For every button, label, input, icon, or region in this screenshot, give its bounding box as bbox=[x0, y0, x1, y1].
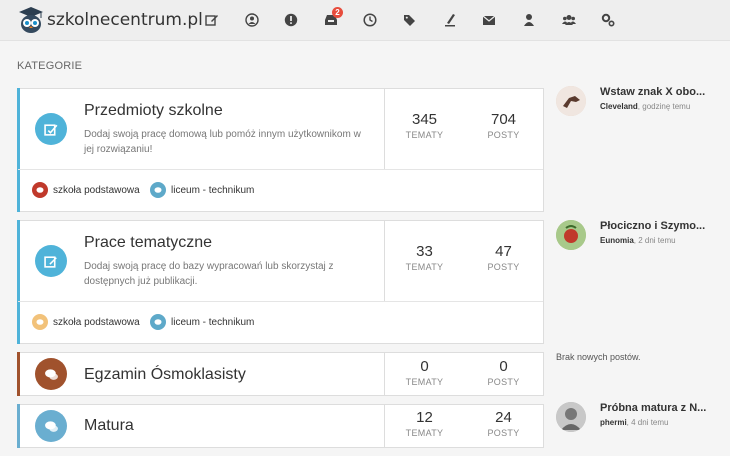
recent-post-meta: Eunomia, 2 dni temu bbox=[600, 236, 676, 245]
recent-post-time: 4 dni temu bbox=[631, 418, 669, 427]
category-description: Dodaj swoją pracę domową lub pomóż innym… bbox=[84, 129, 361, 155]
posts-count: 47 bbox=[495, 243, 512, 260]
comments-icon[interactable] bbox=[35, 410, 67, 442]
topics-stat: 0 TEMATY bbox=[385, 358, 464, 387]
topics-count: 0 bbox=[420, 358, 429, 375]
category-stripe bbox=[17, 352, 20, 396]
recent-post-user[interactable]: Eunomia bbox=[600, 236, 634, 245]
users-icon[interactable] bbox=[561, 12, 577, 28]
subcategory-link[interactable]: szkoła podstawowa bbox=[32, 182, 140, 198]
recent-post-title[interactable]: Próbna matura z N... bbox=[600, 402, 730, 414]
recent-post-user[interactable]: Cleveland bbox=[600, 102, 638, 111]
alert-icon[interactable] bbox=[283, 12, 299, 28]
category-description: Dodaj swoją pracę do bazy wypracowań lub… bbox=[84, 261, 334, 287]
posts-stat: 704 POSTY bbox=[464, 111, 543, 140]
brand-name[interactable]: szkolnecentrum.pl bbox=[47, 10, 203, 30]
topics-stat: 12 TEMATY bbox=[385, 409, 464, 438]
comments-icon bbox=[32, 182, 48, 198]
posts-stat: 47 POSTY bbox=[464, 243, 543, 272]
category-title[interactable]: Matura bbox=[84, 417, 134, 435]
comments-icon bbox=[150, 314, 166, 330]
no-new-posts: Brak nowych postów. bbox=[556, 352, 641, 362]
recent-post-user[interactable]: phermi bbox=[600, 418, 627, 427]
category-card: Matura 12 TEMATY 24 POSTY bbox=[17, 404, 544, 448]
topics-label: TEMATY bbox=[405, 428, 444, 438]
pen-icon[interactable] bbox=[442, 12, 458, 28]
category-stats: 12 TEMATY 24 POSTY bbox=[384, 405, 544, 447]
posts-stat: 24 POSTY bbox=[464, 409, 543, 438]
topics-label: TEMATY bbox=[405, 130, 444, 140]
subcategory-link[interactable]: szkoła podstawowa bbox=[32, 314, 140, 330]
top-navbar: szkolnecentrum.pl 2 bbox=[0, 0, 730, 41]
category-stripe bbox=[17, 404, 20, 448]
edit-icon[interactable] bbox=[204, 12, 220, 28]
subcategory-row: szkoła podstawowa liceum - technikum bbox=[18, 301, 543, 344]
recent-post-title[interactable]: Wstaw znak X obo... bbox=[600, 86, 730, 98]
category-title[interactable]: Przedmioty szkolne bbox=[84, 102, 223, 120]
edit-icon[interactable] bbox=[35, 113, 67, 145]
category-stats: 345 TEMATY 704 POSTY bbox=[384, 89, 544, 169]
envelope-icon[interactable] bbox=[481, 12, 497, 28]
subcategory-label: szkoła podstawowa bbox=[53, 184, 140, 196]
subcategory-link[interactable]: liceum - technikum bbox=[150, 182, 254, 198]
posts-label: POSTY bbox=[487, 377, 520, 387]
avatar[interactable] bbox=[556, 86, 586, 116]
comments-icon bbox=[32, 314, 48, 330]
category-title[interactable]: Egzamin Ósmoklasisty bbox=[84, 366, 246, 384]
recent-post-time: godzinę temu bbox=[642, 102, 691, 111]
category-card: Prace tematyczne Dodaj swoją pracę do ba… bbox=[17, 220, 544, 344]
subcategory-row: szkoła podstawowa liceum - technikum bbox=[18, 169, 543, 212]
user-icon[interactable] bbox=[521, 12, 537, 28]
posts-count: 704 bbox=[490, 111, 517, 128]
category-card: Egzamin Ósmoklasisty 0 TEMATY 0 POSTY bbox=[17, 352, 544, 396]
avatar[interactable] bbox=[556, 220, 586, 250]
subcategory-label: szkoła podstawowa bbox=[53, 316, 140, 328]
owl-logo-icon[interactable] bbox=[18, 6, 44, 34]
topics-count: 345 bbox=[411, 111, 438, 128]
recent-post-meta: Cleveland, godzinę temu bbox=[600, 102, 691, 111]
recent-post-meta: phermi, 4 dni temu bbox=[600, 418, 669, 427]
posts-count: 0 bbox=[499, 358, 508, 375]
edit-icon[interactable] bbox=[35, 245, 67, 277]
subcategory-label: liceum - technikum bbox=[171, 184, 255, 196]
user-circle-icon[interactable] bbox=[244, 12, 260, 28]
topics-label: TEMATY bbox=[405, 262, 444, 272]
subcategory-link[interactable]: liceum - technikum bbox=[150, 314, 254, 330]
topics-stat: 33 TEMATY bbox=[385, 243, 464, 272]
posts-label: POSTY bbox=[487, 262, 520, 272]
posts-label: POSTY bbox=[487, 428, 520, 438]
posts-label: POSTY bbox=[487, 130, 520, 140]
cogs-icon[interactable] bbox=[600, 12, 616, 28]
category-stats: 33 TEMATY 47 POSTY bbox=[384, 221, 544, 301]
tags-icon[interactable] bbox=[402, 12, 418, 28]
category-card: Przedmioty szkolne Dodaj swoją pracę dom… bbox=[17, 88, 544, 212]
comments-icon[interactable] bbox=[35, 358, 67, 390]
posts-count: 24 bbox=[495, 409, 512, 426]
section-title: KATEGORIE bbox=[17, 60, 83, 72]
category-stats: 0 TEMATY 0 POSTY bbox=[384, 353, 544, 395]
topics-count: 33 bbox=[416, 243, 433, 260]
comments-icon bbox=[150, 182, 166, 198]
clock-icon[interactable] bbox=[362, 12, 378, 28]
recent-post-title[interactable]: Płociczno i Szymo... bbox=[600, 220, 730, 232]
avatar[interactable] bbox=[556, 402, 586, 432]
category-title[interactable]: Prace tematyczne bbox=[84, 234, 212, 252]
topics-count: 12 bbox=[416, 409, 433, 426]
topics-stat: 345 TEMATY bbox=[385, 111, 464, 140]
subcategory-label: liceum - technikum bbox=[171, 316, 255, 328]
topics-label: TEMATY bbox=[405, 377, 444, 387]
notification-badge: 2 bbox=[332, 7, 343, 18]
recent-post-time: 2 dni temu bbox=[638, 236, 676, 245]
posts-stat: 0 POSTY bbox=[464, 358, 543, 387]
